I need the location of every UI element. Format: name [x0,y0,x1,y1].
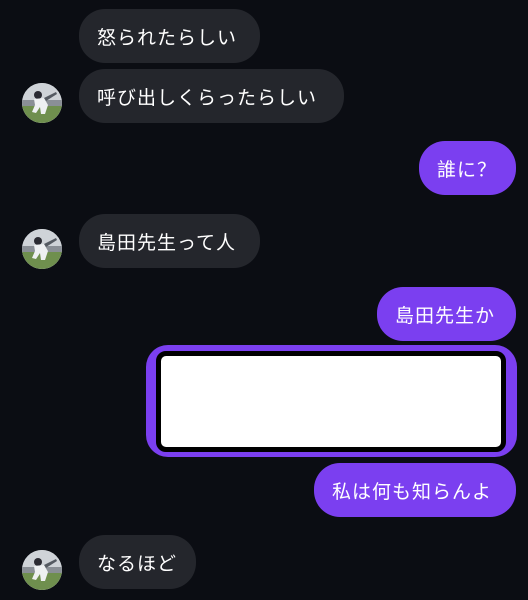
message-text: 島田先生って人 [97,231,237,254]
message-text: 誰に？ [437,158,498,181]
baseball-player-icon [22,550,62,590]
baseball-player-icon [22,229,62,269]
message-text: 島田先生か [395,304,496,327]
message-bubble-outgoing[interactable]: 島田先生か [377,287,516,341]
message-text: 呼び出しくらったらしい [97,86,318,109]
message-text: 怒られたらしい [97,26,238,49]
message-bubble-incoming[interactable]: 呼び出しくらったらしい [79,69,344,123]
message-bubble-incoming[interactable]: なるほど [79,535,196,589]
avatar-icon[interactable] [22,550,62,590]
message-text: なるほど [97,552,178,575]
message-bubble-incoming[interactable]: 怒られたらしい [79,9,260,63]
message-text: 私は何も知らんよ [332,480,493,503]
avatar-icon[interactable] [22,229,62,269]
baseball-player-icon [22,83,62,123]
message-bubble-outgoing[interactable]: 誰に？ [419,141,516,195]
message-bubble-incoming[interactable]: 島田先生って人 [79,214,260,268]
avatar-icon[interactable] [22,83,62,123]
message-bubble-outgoing[interactable]: 私は何も知らんよ [314,463,516,517]
redaction-box [156,351,506,452]
